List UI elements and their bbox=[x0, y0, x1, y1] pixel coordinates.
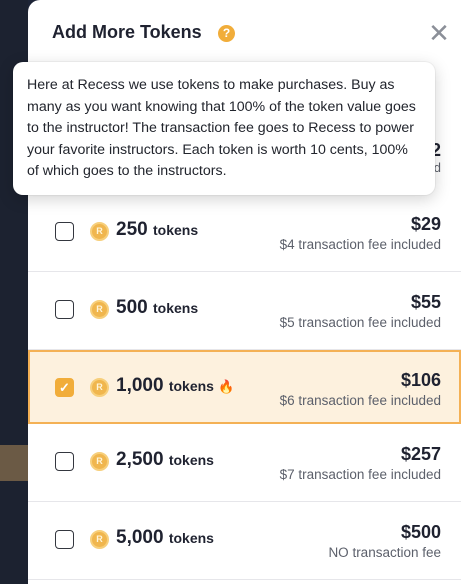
package-price: $55 bbox=[410, 292, 441, 312]
token-package-row-5000[interactable]: R 5,000 tokens $500 NO transaction fee bbox=[28, 502, 461, 580]
modal-title: Add More Tokens bbox=[52, 22, 202, 42]
modal-header: Add More Tokens ? ✕ bbox=[28, 0, 461, 64]
token-coin-icon: R bbox=[90, 300, 109, 319]
token-info-tooltip: Here at Recess we use tokens to make pur… bbox=[13, 62, 435, 195]
token-amount: 2,500 tokens bbox=[116, 449, 214, 470]
token-amount: 500 tokens bbox=[116, 297, 199, 318]
token-package-row-250[interactable]: R 250 tokens $29 $4 transaction fee incl… bbox=[28, 194, 461, 272]
package-checkbox-checked[interactable]: ✓ bbox=[55, 378, 74, 397]
token-package-row-1000[interactable]: ✓ R 1,000 tokens 🔥 $106 $6 transaction fe… bbox=[28, 350, 461, 424]
package-fee: $5 transaction fee included bbox=[279, 315, 441, 330]
token-coin-icon: R bbox=[90, 378, 109, 397]
token-amount: 1,000 tokens 🔥 bbox=[116, 375, 235, 396]
package-price: $500 bbox=[400, 522, 441, 542]
token-coin-icon: R bbox=[90, 222, 109, 241]
close-x-icon: ✕ bbox=[428, 18, 450, 48]
package-checkbox[interactable] bbox=[55, 530, 74, 549]
token-package-row-2500[interactable]: R 2,500 tokens $257 $7 transaction fee i… bbox=[28, 424, 461, 502]
token-package-row-500[interactable]: R 500 tokens $55 $5 transaction fee incl… bbox=[28, 272, 461, 350]
package-fee: $6 transaction fee included bbox=[279, 393, 441, 408]
close-button[interactable]: ✕ bbox=[426, 20, 452, 46]
package-checkbox[interactable] bbox=[55, 452, 74, 471]
token-coin-icon: R bbox=[90, 452, 109, 471]
package-fee: NO transaction fee bbox=[328, 545, 441, 560]
package-fee: $7 transaction fee included bbox=[279, 467, 441, 482]
token-coin-icon: R bbox=[90, 530, 109, 549]
package-price: $106 bbox=[400, 370, 441, 390]
package-checkbox[interactable] bbox=[55, 300, 74, 319]
package-fee: $4 transaction fee included bbox=[279, 237, 441, 252]
fire-icon: 🔥 bbox=[217, 379, 235, 394]
package-price: $29 bbox=[410, 214, 441, 234]
package-checkbox[interactable] bbox=[55, 222, 74, 241]
package-price: $257 bbox=[400, 444, 441, 464]
question-circle-icon[interactable]: ? bbox=[218, 25, 235, 42]
token-amount: 250 tokens bbox=[116, 219, 199, 240]
token-amount: 5,000 tokens bbox=[116, 527, 214, 548]
background-highlight-band bbox=[0, 445, 28, 481]
